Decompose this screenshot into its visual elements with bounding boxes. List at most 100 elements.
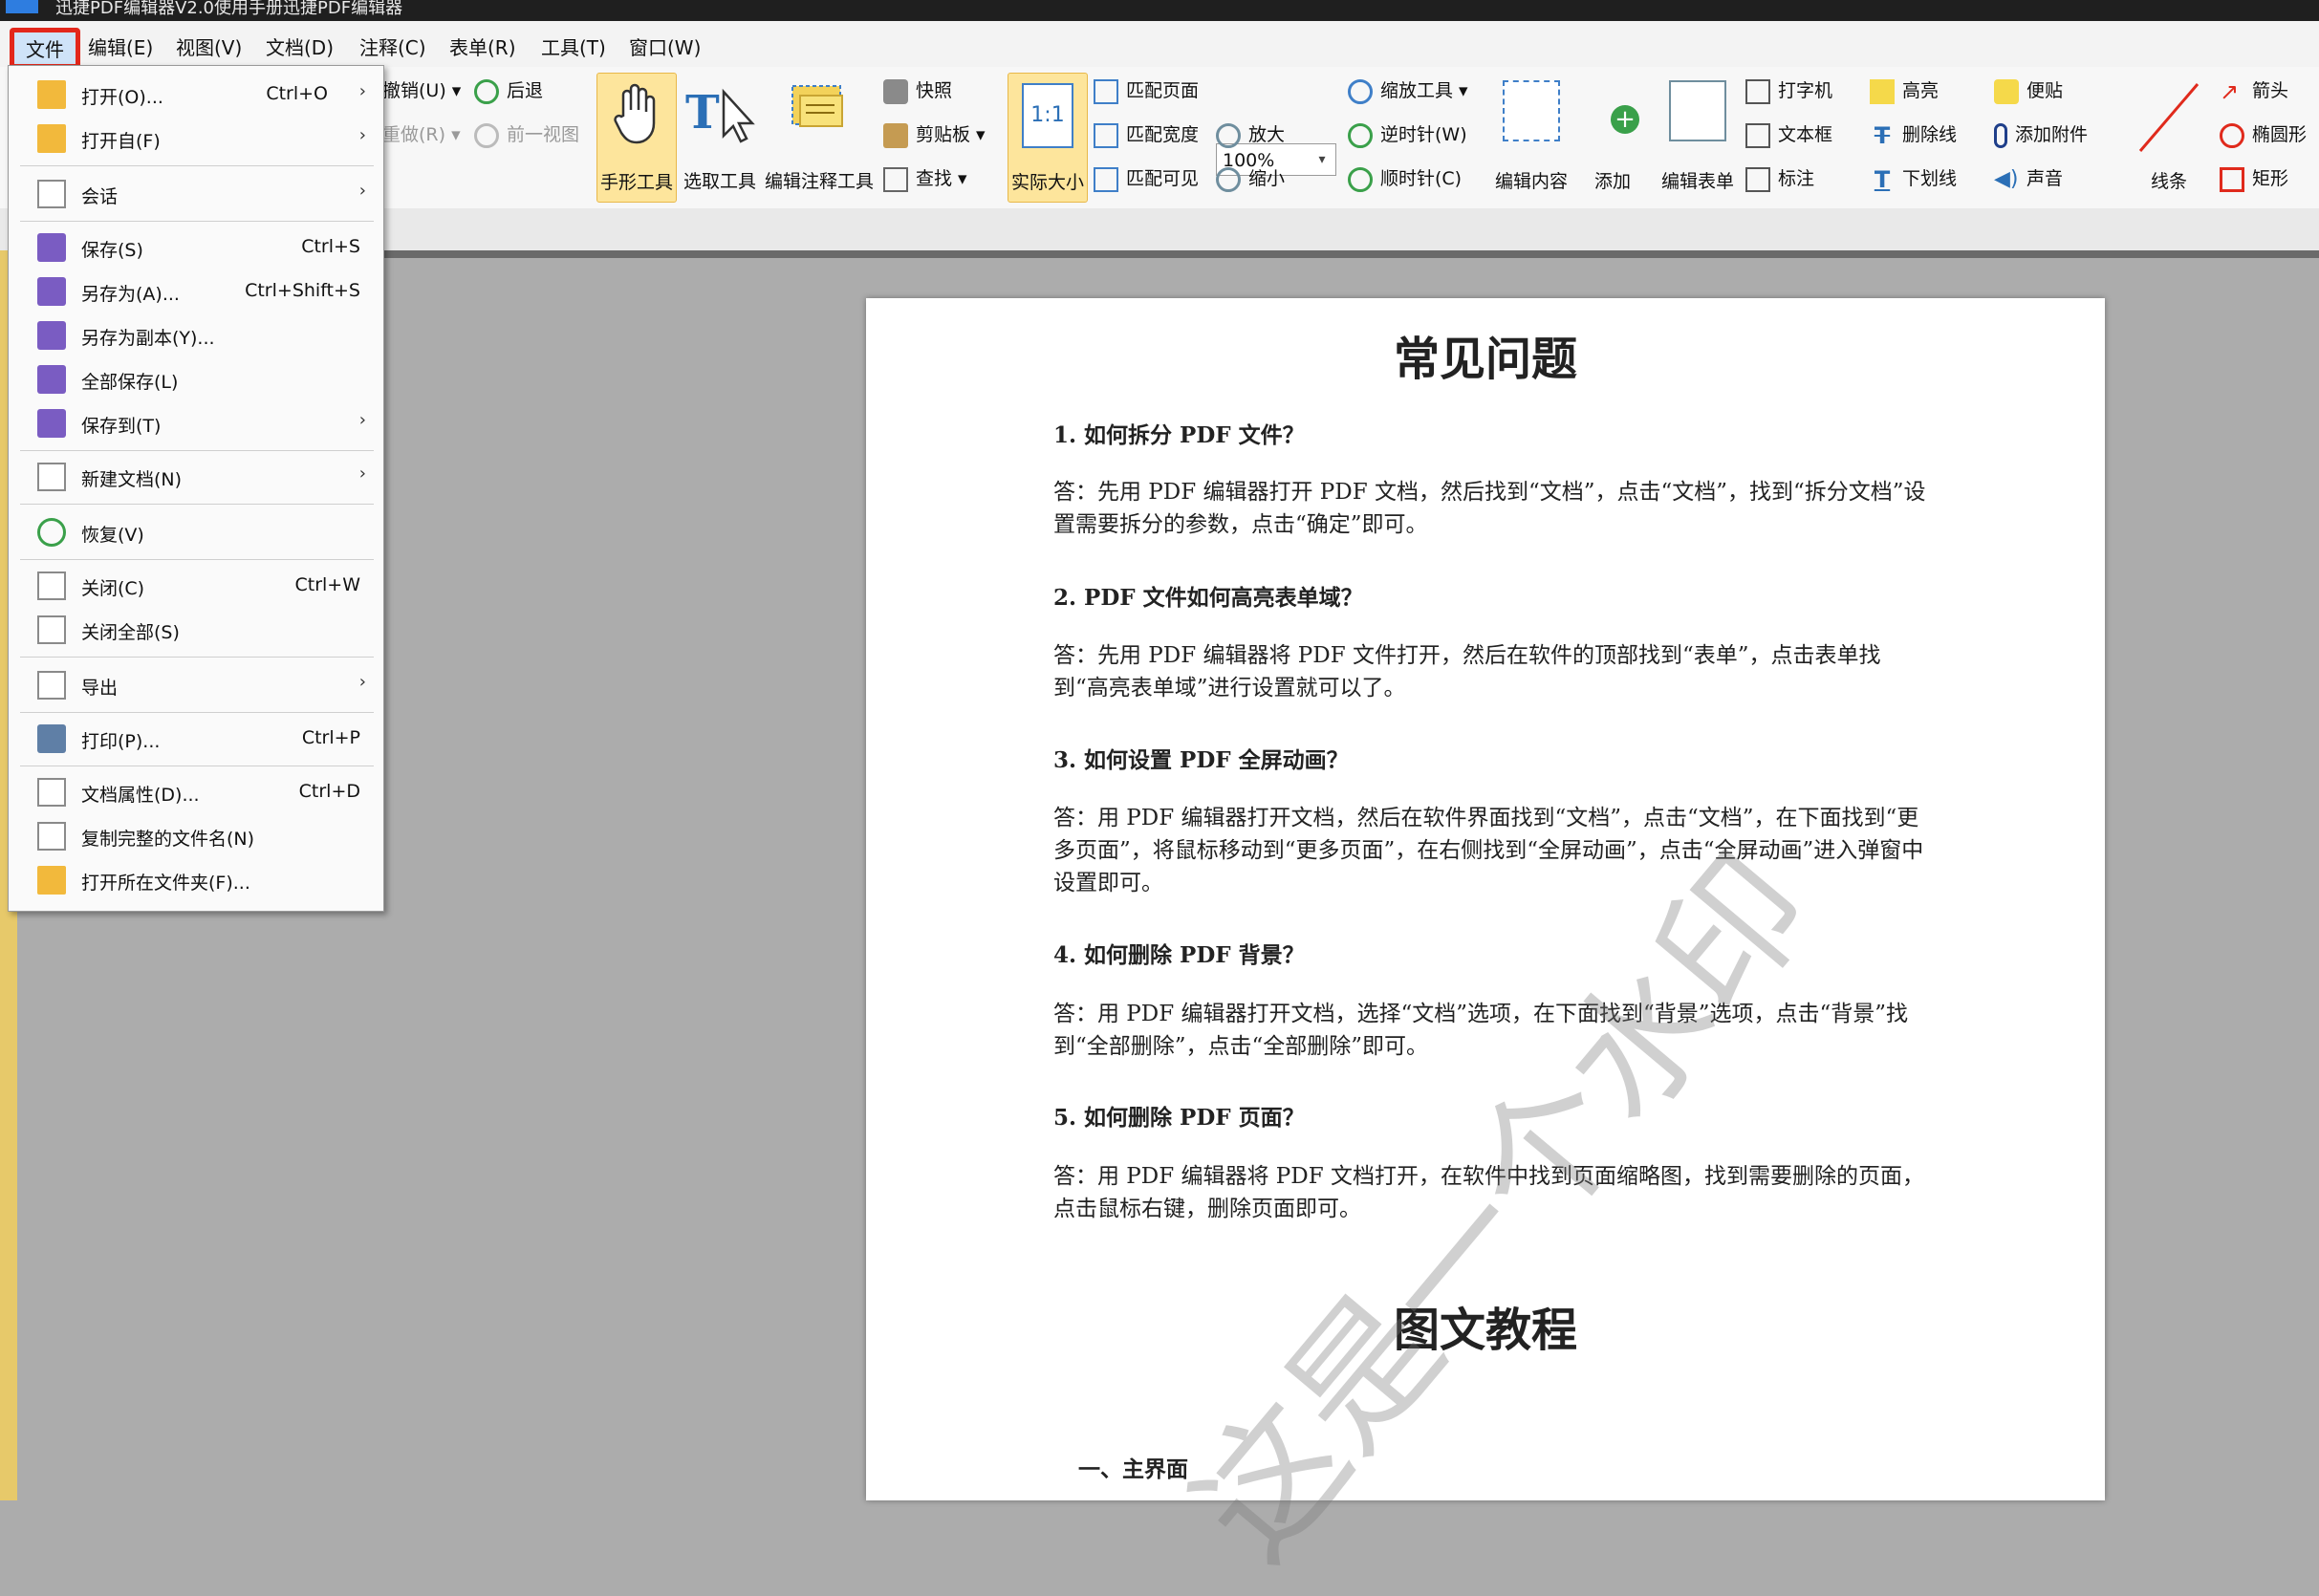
- close-all-icon: [37, 615, 66, 644]
- annotation-icon: [791, 85, 843, 127]
- save-all-icon: [37, 365, 66, 394]
- menu-separator: [20, 712, 374, 713]
- strikeout-button[interactable]: T 删除线: [1870, 120, 1957, 149]
- menu-comment[interactable]: 注释(C): [354, 31, 432, 62]
- ellipse-button[interactable]: 椭圆形: [2220, 120, 2307, 149]
- menu-item-save[interactable]: 保存(S) Ctrl+S: [9, 226, 383, 269]
- menu-window[interactable]: 窗口(W): [623, 31, 706, 62]
- undo-button[interactable]: 撤销(U) ▾: [382, 76, 461, 105]
- arrow-button[interactable]: ↗ 箭头: [2220, 76, 2288, 105]
- open-folder-icon: [37, 866, 66, 895]
- zoom-tool-button[interactable]: 缩放工具 ▾: [1348, 76, 1468, 105]
- clipboard-button[interactable]: 剪贴板 ▾: [883, 120, 986, 149]
- menu-separator: [20, 657, 374, 658]
- fit-visible-button[interactable]: 匹配可见: [1094, 164, 1199, 193]
- menu-item-close[interactable]: 关闭(C) Ctrl+W: [9, 565, 383, 607]
- prev-view-button[interactable]: 前一视图: [474, 120, 579, 149]
- textbox-button[interactable]: 文本框: [1745, 120, 1832, 149]
- underline-icon: T: [1874, 165, 1891, 193]
- select-text-icon: T: [685, 86, 755, 143]
- hand-tool-button[interactable]: 手形工具: [596, 73, 677, 203]
- find-icon: [883, 166, 908, 192]
- back-button[interactable]: 后退: [474, 76, 543, 105]
- menu-item-open-from[interactable]: 打开自(F) ›: [9, 118, 383, 160]
- add-button[interactable]: + 添加: [1577, 73, 1648, 201]
- hand-icon: [614, 83, 656, 144]
- menu-separator: [20, 559, 374, 560]
- rotate-ccw-icon: [1348, 122, 1373, 148]
- note-button[interactable]: 便贴: [1994, 76, 2063, 105]
- menu-tools[interactable]: 工具(T): [535, 31, 612, 62]
- rotate-ccw-button[interactable]: 逆时针(W): [1348, 120, 1467, 149]
- menu-document[interactable]: 文档(D): [260, 31, 339, 62]
- select-tool-button[interactable]: T 选取工具: [679, 73, 761, 201]
- add-icon: +: [1586, 80, 1639, 138]
- callout-button[interactable]: 标注: [1745, 164, 1814, 193]
- folder-globe-icon: [37, 124, 66, 153]
- menu-item-open[interactable]: 打开(O)... Ctrl+O ›: [9, 74, 383, 116]
- question-5: 5. 如何删除 PDF 页面？: [1053, 1105, 1305, 1131]
- close-document-icon: [37, 572, 66, 600]
- menu-item-save-all[interactable]: 全部保存(L): [9, 358, 383, 400]
- document-properties-icon: [37, 778, 66, 807]
- menu-item-export[interactable]: 导出 ›: [9, 664, 383, 706]
- typewriter-button[interactable]: 打字机: [1745, 76, 1832, 105]
- highlight-button[interactable]: 高亮: [1870, 76, 1939, 105]
- attach-button[interactable]: 添加附件: [1994, 120, 2088, 149]
- rotate-cw-button[interactable]: 顺时针(C): [1348, 164, 1462, 193]
- menu-edit[interactable]: 编辑(E): [82, 31, 159, 62]
- export-icon: [37, 671, 66, 700]
- callout-icon: [1745, 166, 1770, 192]
- underline-button[interactable]: T 下划线: [1870, 164, 1957, 193]
- zoom-in-button[interactable]: 放大: [1216, 120, 1285, 149]
- answer-2: 答：先用 PDF 编辑器将 PDF 文件打开，然后在软件的顶部找到“表单”，点击…: [1053, 643, 1881, 701]
- line-icon: [2138, 83, 2200, 152]
- edit-content-button[interactable]: 编辑内容: [1491, 73, 1571, 201]
- edit-annotation-tool-button[interactable]: 编辑注释工具: [763, 73, 876, 201]
- snapshot-button[interactable]: 快照: [883, 76, 952, 105]
- zoom-out-button[interactable]: 缩小: [1216, 164, 1285, 193]
- menu-item-new-document[interactable]: 新建文档(N) ›: [9, 456, 383, 498]
- window-title: 迅捷PDF编辑器V2.0使用手册迅捷PDF编辑器: [55, 0, 403, 18]
- fit-page-button[interactable]: 匹配页面: [1094, 76, 1199, 105]
- menu-item-copy-filename[interactable]: 复制完整的文件名(N): [9, 815, 383, 857]
- menu-item-session[interactable]: 会话 ›: [9, 173, 383, 215]
- camera-icon: [883, 78, 908, 104]
- menu-item-save-copy[interactable]: 另存为副本(Y)...: [9, 314, 383, 356]
- save-copy-icon: [37, 321, 66, 350]
- menu-separator: [20, 221, 374, 222]
- sound-button[interactable]: ◀) 声音: [1994, 164, 2063, 193]
- menu-item-doc-properties[interactable]: 文档属性(D)... Ctrl+D: [9, 771, 383, 813]
- menu-form[interactable]: 表单(R): [444, 31, 522, 62]
- back-arrow-icon: [474, 78, 499, 104]
- rectangle-icon: [2220, 166, 2244, 192]
- edit-form-button[interactable]: 编辑表单: [1654, 73, 1742, 201]
- session-icon: [37, 180, 66, 208]
- clipboard-icon: [883, 122, 908, 148]
- menu-separator: [20, 504, 374, 505]
- menu-separator: [20, 165, 374, 166]
- menu-item-revert[interactable]: 恢复(V): [9, 511, 383, 553]
- file-menu-dropdown: 打开(O)... Ctrl+O › 打开自(F) › 会话 › 保存(S) Ct…: [8, 65, 384, 912]
- menu-item-close-all[interactable]: 关闭全部(S): [9, 609, 383, 651]
- menu-file[interactable]: 文件: [10, 28, 80, 69]
- menu-item-open-folder[interactable]: 打开所在文件夹(F)...: [9, 859, 383, 901]
- folder-open-icon: [37, 80, 66, 109]
- magnifier-icon: [1348, 78, 1373, 104]
- revert-icon: [37, 518, 66, 547]
- menu-view[interactable]: 视图(V): [170, 31, 248, 62]
- menu-item-save-as[interactable]: 另存为(A)... Ctrl+Shift+S: [9, 270, 383, 313]
- rect-button[interactable]: 矩形: [2220, 164, 2288, 193]
- fit-width-icon: [1094, 122, 1118, 148]
- svg-text:T: T: [685, 86, 720, 140]
- arrow-icon: ↗: [2220, 77, 2240, 105]
- menu-item-save-to[interactable]: 保存到(T) ›: [9, 402, 383, 444]
- actual-size-button[interactable]: 1:1 实际大小: [1008, 73, 1088, 203]
- find-button[interactable]: 查找 ▾: [883, 164, 967, 193]
- line-button[interactable]: 线条: [2128, 73, 2210, 201]
- fit-width-button[interactable]: 匹配宽度: [1094, 120, 1199, 149]
- menu-item-print[interactable]: 打印(P)... Ctrl+P: [9, 718, 383, 760]
- redo-button[interactable]: 重做(R) ▾: [382, 120, 461, 149]
- zoom-dropdown-arrow[interactable]: ▾: [1310, 143, 1334, 176]
- actual-size-icon: 1:1: [1022, 83, 1073, 148]
